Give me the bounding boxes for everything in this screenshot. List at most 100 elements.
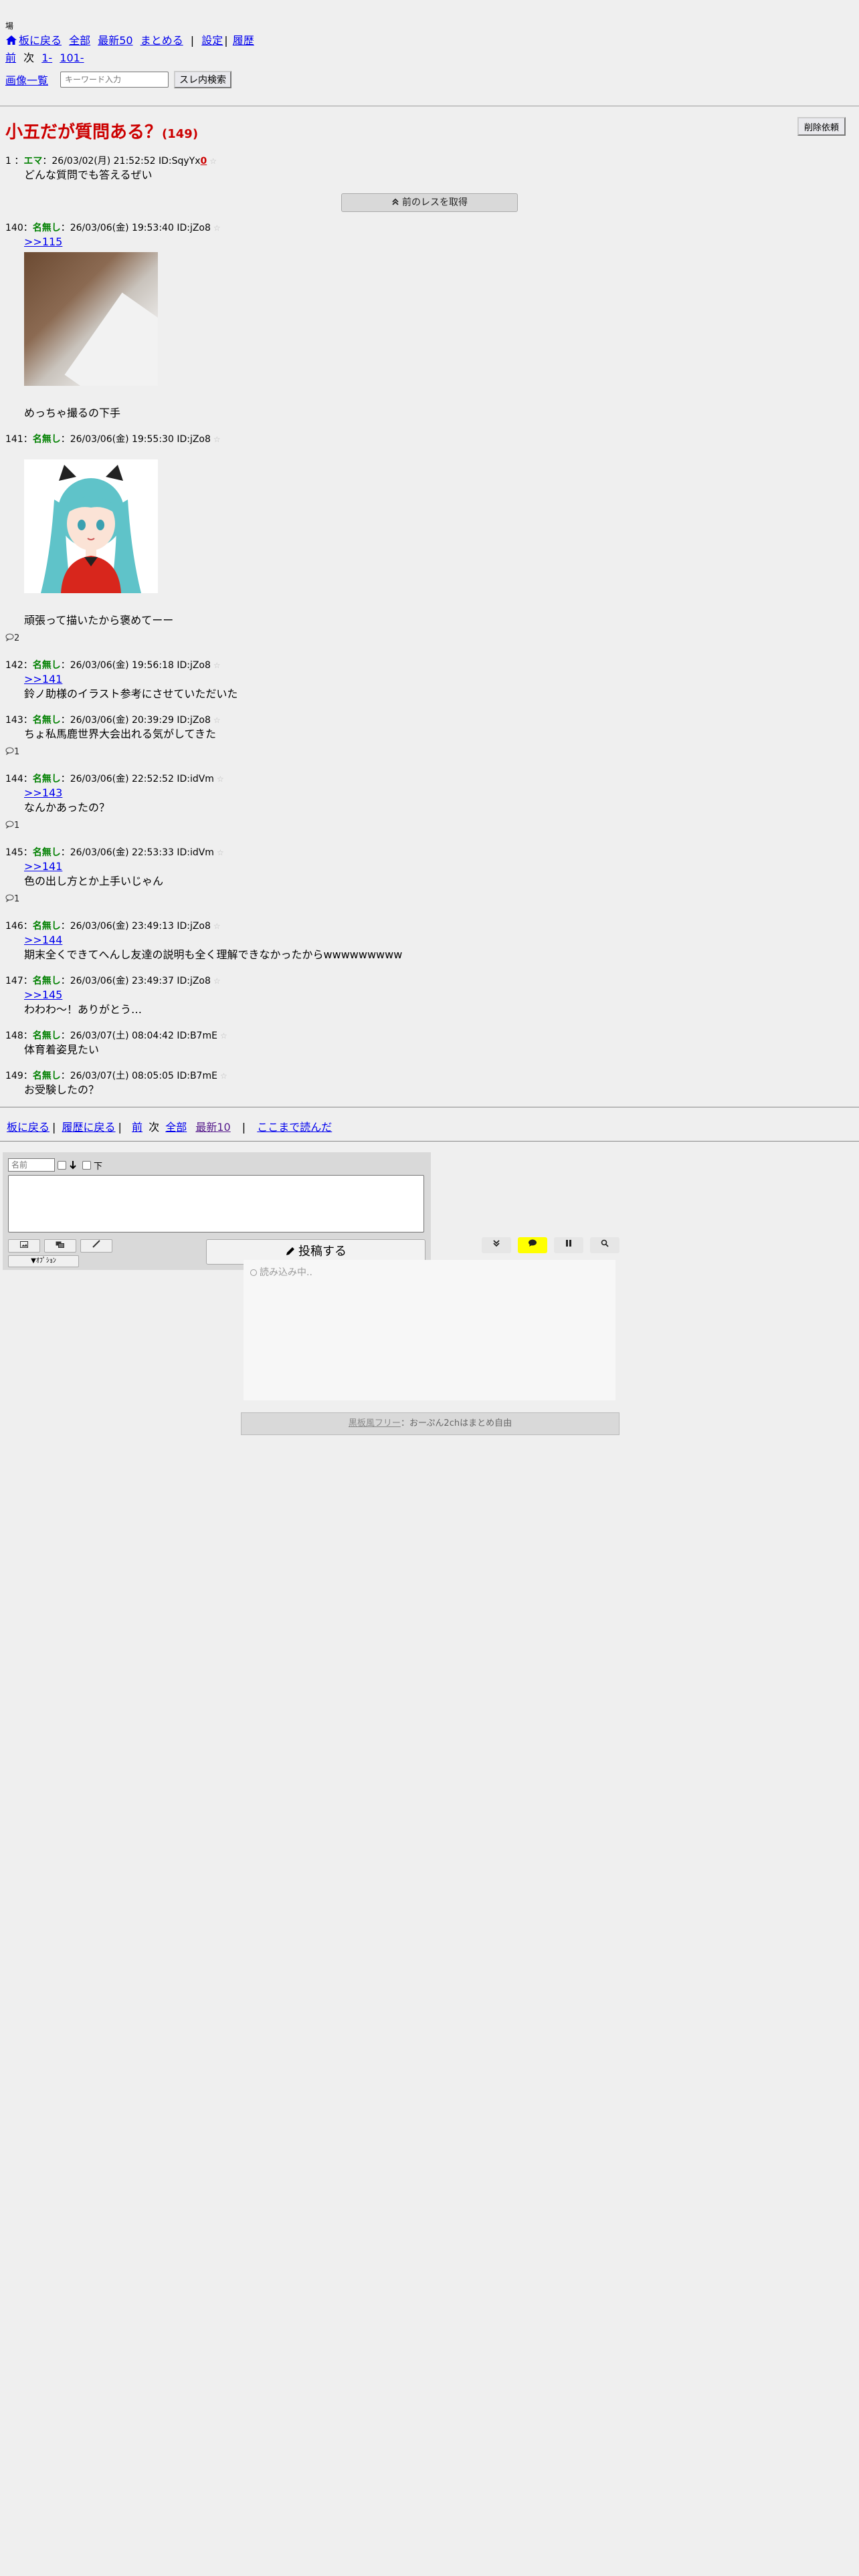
post-author[interactable]: 名無し bbox=[33, 1071, 61, 1081]
post-number: 149 bbox=[5, 1071, 23, 1081]
post-body: >>141 色の出し方とか上手いじゃん bbox=[24, 859, 854, 889]
star-icon[interactable]: ☆ bbox=[213, 976, 221, 986]
post-item: 140：名無し：26/03/06(金) 19:53:40 ID:jZo8 ☆ >>1… bbox=[5, 221, 854, 421]
home-icon bbox=[6, 35, 17, 45]
bottom-back-to-history-link[interactable]: 履歴に戻る bbox=[62, 1121, 116, 1134]
post-anchor-link[interactable]: >>141 bbox=[24, 672, 854, 687]
widget-footer-link[interactable]: 黒板風フリー bbox=[349, 1418, 401, 1428]
name-input[interactable] bbox=[8, 1158, 55, 1172]
page-1-link[interactable]: 1- bbox=[41, 51, 52, 64]
post-author[interactable]: エマ bbox=[23, 156, 42, 167]
reply-count[interactable]: 1 bbox=[5, 821, 854, 834]
post-author[interactable]: 名無し bbox=[33, 1031, 61, 1041]
read-up-to-here-link[interactable]: ここまで読んだ bbox=[257, 1121, 332, 1134]
widget-search-button[interactable] bbox=[590, 1237, 619, 1253]
post-anchor-link[interactable]: >>115 bbox=[24, 235, 854, 249]
star-icon[interactable]: ☆ bbox=[220, 1031, 227, 1041]
post-author[interactable]: 名無し bbox=[33, 774, 61, 784]
page-101-link[interactable]: 101- bbox=[60, 51, 84, 64]
brush-icon bbox=[92, 1240, 100, 1248]
message-textarea[interactable] bbox=[8, 1175, 424, 1232]
scroll-down-button[interactable] bbox=[482, 1237, 511, 1253]
brush-button[interactable] bbox=[80, 1239, 112, 1253]
chat-toggle-button[interactable] bbox=[518, 1237, 547, 1253]
history-link[interactable]: 履歴 bbox=[233, 34, 254, 47]
settings-link[interactable]: 設定 bbox=[201, 34, 223, 47]
post-header: 143：名無し：26/03/06(金) 20:39:29 ID:jZo8 ☆ bbox=[5, 715, 221, 726]
load-previous-button[interactable]: 前のレスを取得 bbox=[341, 193, 518, 212]
star-icon[interactable]: ☆ bbox=[217, 848, 224, 857]
post-author[interactable]: 名無し bbox=[33, 223, 61, 233]
arrow-down-icon bbox=[70, 1161, 76, 1170]
post-text: 体育着姿見たい bbox=[24, 1043, 100, 1056]
latest50-link[interactable]: 最新50 bbox=[98, 34, 132, 47]
bottom-nav: 板に戻る | 履歴に戻る | 前 次 全部 最新10 | ここまで読んだ bbox=[7, 1121, 332, 1134]
post-id[interactable]: ID:jZo8 bbox=[177, 715, 211, 726]
bottom-all-link[interactable]: 全部 bbox=[165, 1121, 187, 1134]
delete-request-button[interactable]: 削除依頼 bbox=[797, 117, 846, 136]
star-icon[interactable]: ☆ bbox=[213, 922, 221, 931]
post-anchor-link[interactable]: >>141 bbox=[24, 859, 854, 874]
shita-checkbox[interactable] bbox=[82, 1160, 91, 1170]
post-anchor-link[interactable]: >>145 bbox=[24, 988, 854, 1002]
post-id[interactable]: ID:SqyYx bbox=[159, 156, 201, 167]
post-id[interactable]: ID:idVm bbox=[177, 847, 214, 858]
star-icon[interactable]: ☆ bbox=[209, 156, 217, 166]
post-number: 145 bbox=[5, 847, 23, 858]
reply-count[interactable]: 1 bbox=[5, 894, 854, 907]
post-image-drawing[interactable] bbox=[24, 459, 158, 593]
keyword-input[interactable] bbox=[60, 72, 169, 88]
post-image-photo[interactable] bbox=[24, 252, 158, 386]
star-icon[interactable]: ☆ bbox=[213, 661, 221, 670]
post-id[interactable]: ID:B7mE bbox=[177, 1071, 217, 1081]
post-author[interactable]: 名無し bbox=[33, 976, 61, 986]
post-header: 146：名無し：26/03/06(金) 23:49:13 ID:jZo8 ☆ bbox=[5, 921, 221, 932]
post-header: 142：名無し：26/03/06(金) 19:56:18 ID:jZo8 ☆ bbox=[5, 660, 221, 671]
post-author[interactable]: 名無し bbox=[33, 847, 61, 858]
reply-count[interactable]: 2 bbox=[5, 633, 854, 647]
double-chevron-up-icon bbox=[392, 198, 399, 205]
post-author[interactable]: 名無し bbox=[33, 715, 61, 726]
bottom-latest10-link[interactable]: 最新10 bbox=[195, 1121, 230, 1134]
post-header: 147：名無し：26/03/06(金) 23:49:37 ID:jZo8 ☆ bbox=[5, 976, 221, 986]
star-icon[interactable]: ☆ bbox=[213, 716, 221, 725]
star-icon[interactable]: ☆ bbox=[213, 223, 221, 233]
post-id[interactable]: ID:jZo8 bbox=[177, 976, 211, 986]
reply-count[interactable]: 1 bbox=[5, 747, 854, 760]
bottom-back-to-board-link[interactable]: 板に戻る bbox=[7, 1121, 50, 1134]
post-author[interactable]: 名無し bbox=[33, 921, 61, 932]
bottom-prev-link[interactable]: 前 bbox=[132, 1121, 142, 1134]
star-icon[interactable]: ☆ bbox=[217, 774, 224, 784]
all-link[interactable]: 全部 bbox=[69, 34, 90, 47]
multi-image-button[interactable] bbox=[44, 1239, 76, 1253]
post-author[interactable]: 名無し bbox=[33, 660, 61, 671]
post-id[interactable]: ID:jZo8 bbox=[177, 660, 211, 671]
post-author[interactable]: 名無し bbox=[33, 434, 61, 445]
pause-button[interactable] bbox=[554, 1237, 583, 1253]
post-id[interactable]: ID:jZo8 bbox=[177, 921, 211, 932]
speech-bubble-icon bbox=[5, 894, 14, 902]
image-list-link[interactable]: 画像一覧 bbox=[5, 72, 48, 88]
thread-search-button[interactable]: スレ内検索 bbox=[174, 71, 232, 88]
star-icon[interactable]: ☆ bbox=[213, 435, 221, 444]
summary-link[interactable]: まとめる bbox=[140, 34, 183, 47]
star-icon[interactable]: ☆ bbox=[220, 1071, 227, 1081]
option-button[interactable]: ▼ｵﾌﾟｼｮﾝ bbox=[8, 1255, 79, 1267]
sage-checkbox[interactable] bbox=[58, 1160, 66, 1170]
post-number: 140 bbox=[5, 223, 23, 233]
post-id[interactable]: ID:jZo8 bbox=[177, 223, 211, 233]
post-id[interactable]: ID:idVm bbox=[177, 774, 214, 784]
image-upload-button[interactable] bbox=[8, 1239, 40, 1253]
post-id[interactable]: ID:jZo8 bbox=[177, 434, 211, 445]
id-count-link[interactable]: 0 bbox=[201, 156, 207, 167]
post-anchor-link[interactable]: >>144 bbox=[24, 933, 854, 948]
prev-page-link[interactable]: 前 bbox=[5, 51, 16, 64]
back-to-board-link[interactable]: 板に戻る bbox=[19, 34, 62, 47]
post-id[interactable]: ID:B7mE bbox=[177, 1031, 217, 1041]
post-anchor-link[interactable]: >>143 bbox=[24, 786, 854, 800]
prev-responses-wrap: 前のレスを取得 bbox=[5, 193, 854, 212]
post-header: 141：名無し：26/03/06(金) 19:55:30 ID:jZo8 ☆ bbox=[5, 434, 221, 445]
post-date: 26/03/07(土) 08:04:42 bbox=[70, 1031, 174, 1041]
nav-separator: | bbox=[190, 34, 195, 47]
post-number: 148 bbox=[5, 1031, 23, 1041]
